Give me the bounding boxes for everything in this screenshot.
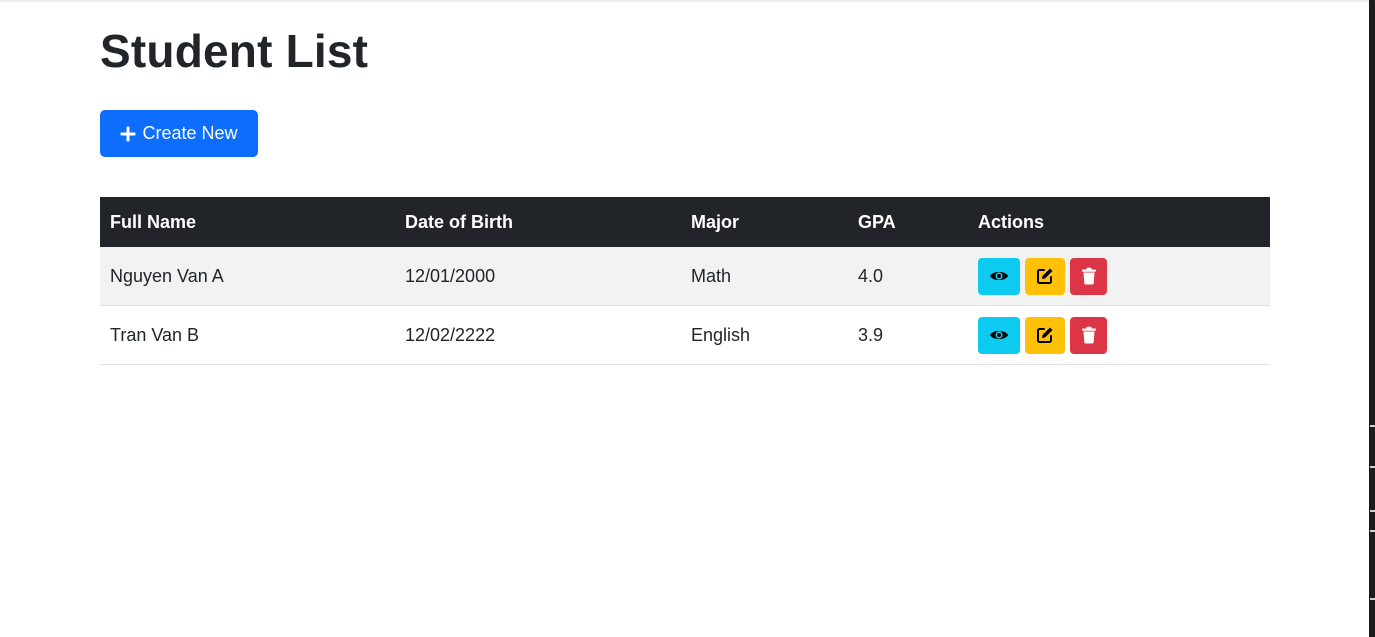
column-header-date-of-birth: Date of Birth	[405, 211, 513, 232]
table-header-row: Full Name Date of Birth Major GPA Action…	[100, 197, 1270, 247]
page-title: Student List	[100, 25, 369, 77]
edit-icon	[1036, 267, 1054, 285]
column-header-actions: Actions	[978, 211, 1045, 232]
cell-actions	[968, 247, 1270, 306]
top-shadow	[0, 0, 1369, 3]
plus-icon	[120, 126, 136, 142]
edit-button[interactable]	[1025, 257, 1065, 295]
side-panel-edge	[1369, 0, 1375, 637]
student-table: Full Name Date of Birth Major GPA Action…	[100, 197, 1270, 365]
eye-icon	[989, 328, 1009, 342]
delete-button[interactable]	[1070, 316, 1107, 354]
view-button[interactable]	[978, 316, 1020, 354]
cell-full-name: Nguyen Van A	[100, 247, 395, 306]
cell-date-of-birth: 12/02/2222	[395, 305, 681, 365]
column-header-full-name: Full Name	[110, 211, 197, 232]
cell-full-name: Tran Van B	[100, 305, 395, 365]
column-header-gpa: GPA	[858, 211, 896, 232]
eye-icon	[989, 269, 1009, 283]
cell-gpa: 3.9	[848, 305, 968, 365]
cell-actions	[968, 305, 1270, 365]
cell-gpa: 4.0	[848, 247, 968, 306]
trash-icon	[1081, 326, 1097, 344]
table-row: Nguyen Van A 12/01/2000 Math 4.0	[100, 247, 1270, 306]
view-button[interactable]	[978, 257, 1020, 295]
edit-icon	[1036, 326, 1054, 344]
cell-major: English	[681, 305, 848, 365]
delete-button[interactable]	[1070, 257, 1107, 295]
create-new-label: Create New	[142, 123, 238, 143]
create-new-button[interactable]: Create New	[100, 110, 258, 157]
edit-button[interactable]	[1025, 316, 1065, 354]
cell-date-of-birth: 12/01/2000	[395, 247, 681, 306]
cell-major: Math	[681, 247, 848, 306]
trash-icon	[1081, 267, 1097, 285]
table-row: Tran Van B 12/02/2222 English 3.9	[100, 305, 1270, 365]
column-header-major: Major	[691, 211, 740, 232]
